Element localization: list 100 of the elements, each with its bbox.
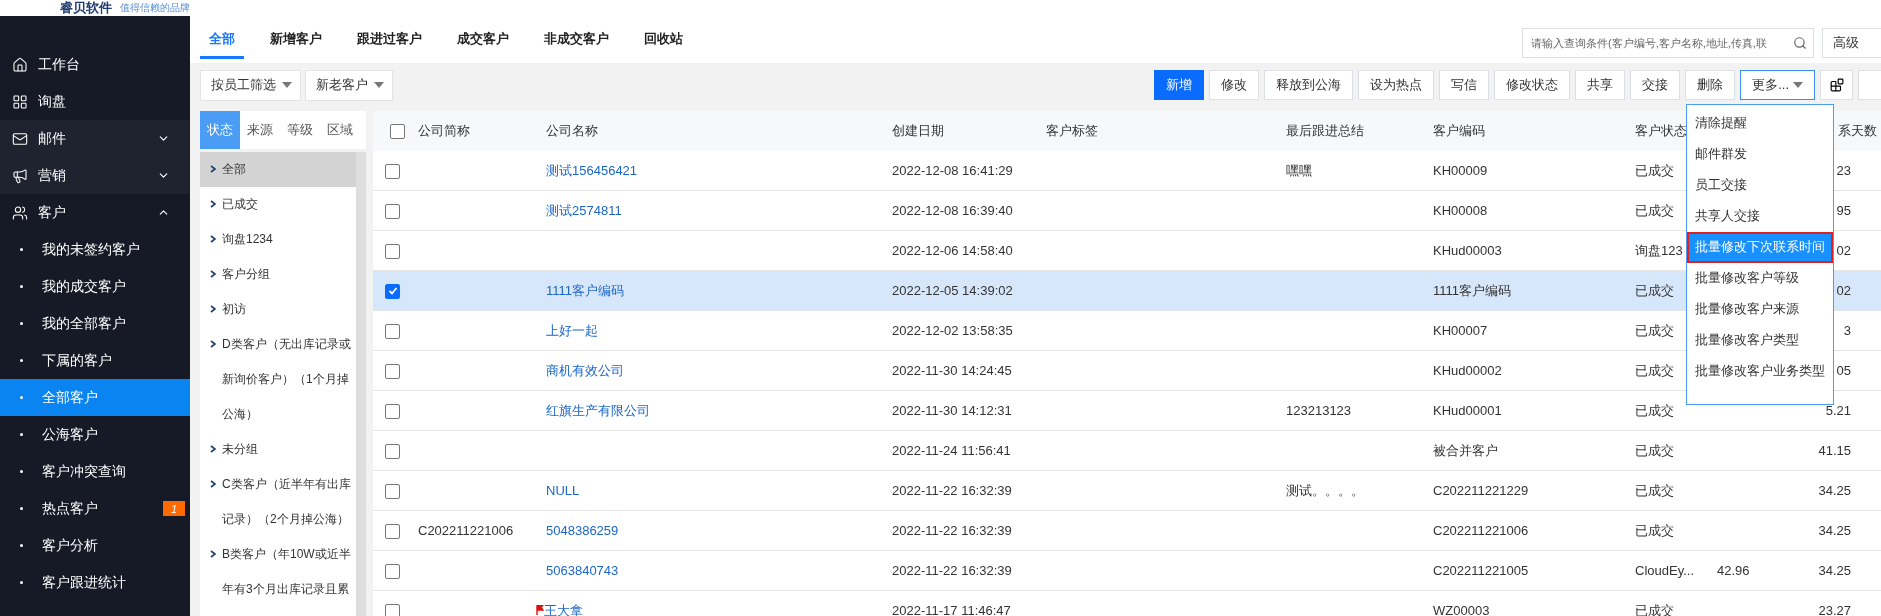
table-cell: 23 bbox=[1836, 163, 1851, 178]
row-checkbox[interactable] bbox=[385, 323, 400, 339]
sidebar-item[interactable]: 邮件 bbox=[0, 120, 190, 157]
bullet-icon bbox=[20, 581, 23, 584]
sidebar-subitem[interactable]: 下属的客户 bbox=[0, 342, 190, 379]
sidebar-subitem[interactable]: 客户分析 bbox=[0, 527, 190, 564]
company-link[interactable]: 测试2574811 bbox=[546, 201, 622, 220]
action-button[interactable]: 写信 bbox=[1439, 70, 1490, 100]
table-cell: 41.15 bbox=[1818, 443, 1851, 458]
company-link[interactable]: 红旗生产有限公司 bbox=[546, 401, 650, 420]
megaphone-icon bbox=[12, 167, 28, 184]
filter-list-item[interactable]: 初访 bbox=[200, 292, 356, 327]
table-cell: 2022-11-22 16:32:39 bbox=[892, 563, 1012, 578]
sidebar-item[interactable]: 客户 bbox=[0, 194, 190, 231]
row-checkbox[interactable] bbox=[385, 563, 400, 579]
action-button[interactable]: 设为热点 bbox=[1358, 70, 1435, 100]
table-cell: 34.25 bbox=[1818, 563, 1851, 578]
chevron-right-icon bbox=[210, 200, 216, 208]
filter-list-item[interactable]: 全部 bbox=[200, 152, 356, 187]
table-cell: 34.25 bbox=[1818, 483, 1851, 498]
sidebar-subitem[interactable]: 我的未签约客户 bbox=[0, 231, 190, 268]
row-checkbox[interactable] bbox=[385, 203, 400, 219]
company-link[interactable]: 5063840743 bbox=[546, 563, 619, 578]
tab[interactable]: 非成交客户 bbox=[535, 21, 618, 59]
action-button[interactable]: 修改状态 bbox=[1494, 70, 1571, 100]
add-button[interactable]: 新增 bbox=[1154, 70, 1205, 100]
bullet-icon bbox=[20, 396, 23, 399]
users-icon bbox=[12, 204, 28, 221]
scrollbar[interactable] bbox=[356, 152, 366, 616]
filter-list-item[interactable]: 已成交 bbox=[200, 187, 356, 222]
table-cell: 2022-12-08 16:41:29 bbox=[892, 163, 1013, 178]
filter-dropdown[interactable]: 按员工筛选 bbox=[200, 69, 301, 101]
sidebar-subitem[interactable]: 我的成交客户 bbox=[0, 268, 190, 305]
company-link[interactable]: 王大拿 bbox=[544, 601, 583, 616]
column-header: 公司名称 bbox=[546, 123, 598, 138]
company-link[interactable]: 上好一起 bbox=[546, 321, 598, 340]
sidebar-item[interactable]: 询盘 bbox=[0, 83, 190, 120]
filter-dropdown[interactable]: 新老客户 bbox=[305, 69, 393, 101]
more-button[interactable]: 更多... bbox=[1740, 70, 1815, 100]
row-checkbox[interactable] bbox=[385, 523, 400, 539]
action-button[interactable]: 交接 bbox=[1630, 70, 1681, 100]
table-cell: 2022-11-30 14:12:31 bbox=[892, 403, 1012, 418]
bullet-icon bbox=[20, 433, 23, 436]
company-link[interactable]: 1111客户编码 bbox=[546, 281, 625, 300]
company-link[interactable]: 商机有效公司 bbox=[546, 361, 624, 380]
table-cell: 2022-12-05 14:39:02 bbox=[892, 283, 1013, 298]
company-link[interactable]: 5048386259 bbox=[546, 523, 619, 538]
action-button[interactable]: 释放到公海 bbox=[1264, 70, 1354, 100]
tab[interactable]: 全部 bbox=[200, 21, 244, 59]
logo-tagline: 值得信赖的品牌 bbox=[120, 1, 190, 15]
advanced-search-button[interactable]: 高级 bbox=[1822, 27, 1881, 58]
sidebar-subitem[interactable]: 客户冲突查询 bbox=[0, 453, 190, 490]
bullet-icon bbox=[20, 285, 23, 288]
tab[interactable]: 新增客户 bbox=[261, 21, 331, 59]
filter-list-item[interactable]: 客户分组 bbox=[200, 257, 356, 292]
action-button[interactable]: 修改 bbox=[1209, 70, 1260, 100]
table-cell: 已成交 bbox=[1635, 522, 1674, 538]
search-icon bbox=[1793, 35, 1807, 50]
row-checkbox[interactable] bbox=[385, 363, 400, 379]
row-checkbox[interactable] bbox=[385, 163, 400, 179]
action-button[interactable]: 共享 bbox=[1575, 70, 1626, 100]
table-cell: 2022-11-24 11:56:41 bbox=[892, 443, 1011, 458]
row-checkbox[interactable] bbox=[385, 243, 400, 259]
table-cell: 2022-12-08 16:39:40 bbox=[892, 203, 1013, 218]
row-checkbox[interactable] bbox=[385, 403, 400, 419]
sidebar-subitem[interactable]: 客户跟进统计 bbox=[0, 564, 190, 601]
row-checkbox[interactable] bbox=[385, 603, 400, 616]
sidebar-item[interactable]: 工作台 bbox=[0, 46, 190, 83]
blocks-button[interactable] bbox=[1820, 70, 1853, 100]
column-header: 公司简称 bbox=[418, 123, 470, 138]
company-link[interactable]: NULL bbox=[546, 483, 580, 498]
sidebar-subitem[interactable]: 我的全部客户 bbox=[0, 305, 190, 342]
table-cell: 已成交 bbox=[1635, 162, 1674, 178]
company-link[interactable]: 测试156456421 bbox=[546, 161, 638, 180]
sidebar-subitem[interactable]: 热点客户 1 bbox=[0, 490, 190, 527]
row-checkbox[interactable] bbox=[385, 283, 400, 299]
tab[interactable]: 成交客户 bbox=[448, 21, 518, 59]
bullet-icon bbox=[20, 544, 23, 547]
row-checkbox[interactable] bbox=[385, 443, 400, 459]
bullet-icon bbox=[20, 507, 23, 510]
table-cell: 2022-12-06 14:58:40 bbox=[892, 243, 1013, 258]
row-checkbox[interactable] bbox=[385, 483, 400, 499]
bullet-icon bbox=[20, 359, 23, 362]
action-button[interactable]: 删除 bbox=[1685, 70, 1736, 100]
sidebar-item[interactable]: 营销 bbox=[0, 157, 190, 194]
search-field[interactable]: 请输入查询条件(客户编号,客户名称,地址,传真,联 bbox=[1522, 27, 1814, 58]
sidebar-subitem[interactable]: 公海客户 bbox=[0, 416, 190, 453]
sidebar-subitem[interactable]: 全部客户 bbox=[0, 379, 190, 416]
filter-list-item[interactable]: B类客户（年10W或近半年有3个月出库记录且累 bbox=[200, 537, 356, 607]
filter-list-item[interactable]: D类客户（无出库记录或新询价客户）（1个月掉公海） bbox=[200, 327, 356, 432]
select-all-checkbox[interactable] bbox=[390, 124, 405, 140]
filter-list-item[interactable]: C类客户（近半年有出库记录）（2个月掉公海） bbox=[200, 467, 356, 537]
filter-list-item[interactable]: 未分组 bbox=[200, 432, 356, 467]
filter-list-item[interactable]: 询盘1234 bbox=[200, 222, 356, 257]
bullet-icon bbox=[20, 470, 23, 473]
tab[interactable]: 回收站 bbox=[635, 21, 692, 59]
table-cell: 5.21 bbox=[1825, 403, 1851, 418]
table-cell: 询盘123 bbox=[1635, 242, 1683, 258]
table-cell: 05 bbox=[1836, 363, 1851, 378]
tab[interactable]: 跟进过客户 bbox=[348, 21, 431, 59]
